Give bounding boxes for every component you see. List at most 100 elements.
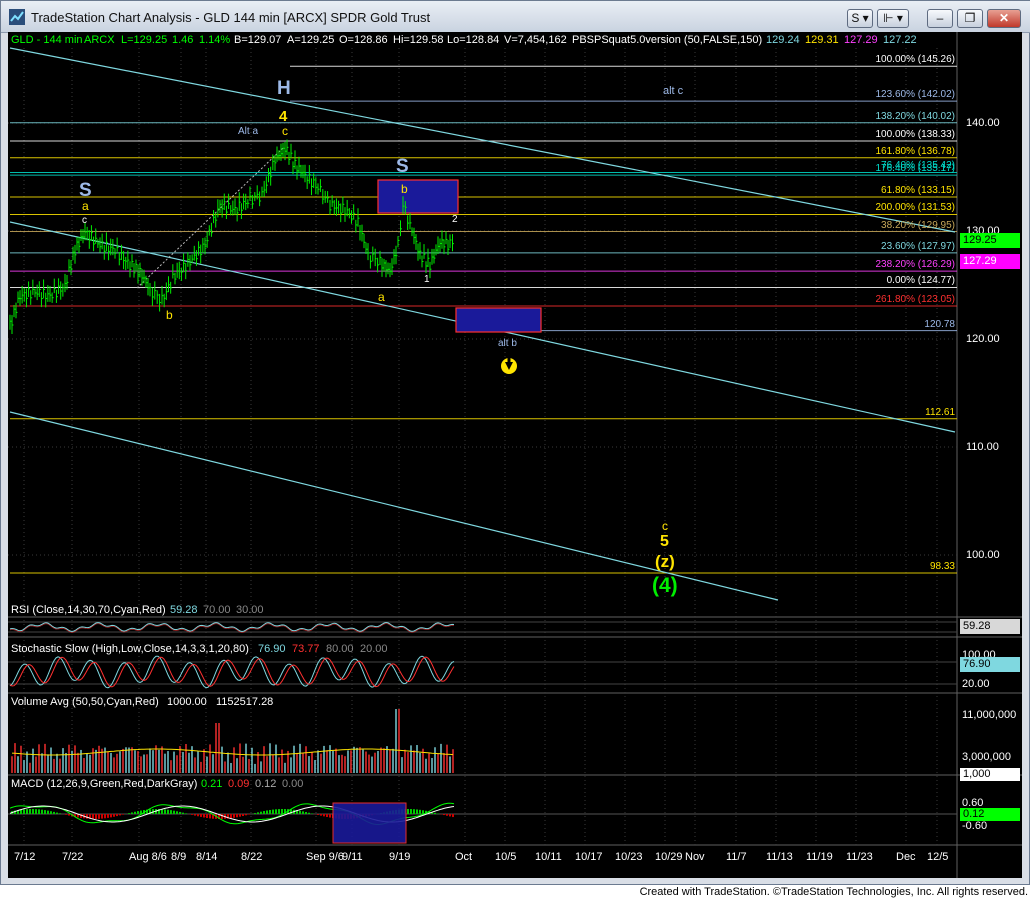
header-change: 1.46 — [172, 34, 194, 46]
header-bid: B=129.07 — [234, 34, 282, 46]
stoch-axis-20: 20.00 — [962, 678, 990, 690]
x-axis-label: 11/13 — [766, 851, 793, 863]
header-exchange: ARCX — [84, 34, 115, 46]
y-axis-label: 100.00 — [966, 549, 1000, 561]
volume-v1: 1000.00 — [167, 696, 207, 708]
header-ind-val-2: 129.31 — [805, 34, 839, 46]
macd-h: 0.12 — [255, 778, 277, 790]
x-axis-label: 10/11 — [535, 851, 562, 863]
fib-level-label: 261.80% (123.05) — [875, 294, 955, 306]
volume-tag: 1,000 — [960, 768, 1020, 781]
macd-s: 0.09 — [228, 778, 250, 790]
stoch-d: 73.77 — [292, 643, 320, 655]
annotation-c-left: c — [82, 215, 87, 226]
rsi-value: 59.28 — [170, 604, 198, 616]
fib-level-label: 120.78 — [924, 318, 955, 330]
rsi-tag: 59.28 — [960, 619, 1020, 634]
macd-axis-neg: -0.60 — [962, 820, 988, 832]
rsi-ob: 70.00 — [203, 604, 231, 616]
header-ind-val-1: 129.24 — [766, 34, 800, 46]
x-axis-label: 12/5 — [927, 851, 949, 863]
annotation-b-right: b — [401, 182, 408, 196]
annotation-alt-c: alt c — [663, 85, 684, 97]
annotation-alt-a: Alt a — [238, 126, 259, 137]
rsi-os: 30.00 — [236, 604, 264, 616]
annotation-wave-4-green: (4) — [652, 574, 678, 597]
annotation-c-top: c — [282, 124, 288, 138]
stoch-ob: 80.00 — [326, 643, 354, 655]
fib-level-label: 112.61 — [925, 406, 955, 418]
fib-level-label: 138.20% (140.02) — [875, 110, 955, 122]
y-axis-label: 140.00 — [966, 117, 1000, 129]
fib-level-label: 176.40% (135.17) — [875, 163, 955, 175]
header-open: O=128.86 — [339, 34, 388, 46]
fib-level-label: 100.00% (138.33) — [875, 129, 955, 141]
stoch-k: 76.90 — [258, 643, 286, 655]
fib-level-label: 98.33 — [929, 561, 955, 573]
y-axis-label: 110.00 — [966, 441, 999, 453]
rsi-label: RSI (Close,14,30,70,Cyan,Red) — [11, 604, 166, 616]
x-axis-label: Nov — [685, 851, 705, 863]
macd-m: 0.21 — [201, 778, 223, 790]
x-axis-label: 11/7 — [726, 851, 747, 863]
annotation-wave-4: 4 — [279, 108, 288, 125]
header-ask: A=129.25 — [287, 34, 335, 46]
fib-level-label: 61.80% (133.15) — [881, 184, 955, 196]
x-axis-label: 11/19 — [806, 851, 833, 863]
alt-b-target-box — [455, 307, 542, 333]
x-axis-label: 8/22 — [241, 851, 263, 863]
last-price-tag: 129.25 — [960, 233, 1020, 248]
header-indicator: PBSPSquat5.0version (50,FALSE,150) — [572, 34, 763, 46]
macd-tag: 0.12 — [960, 808, 1020, 821]
header-high: Hi=129.58 — [393, 34, 444, 46]
annotation-H: H — [277, 78, 291, 99]
fib-level-label: 200.00% (131.53) — [875, 202, 955, 214]
macd-highlight-box — [332, 802, 407, 844]
y-axis-label: 120.00 — [966, 333, 1000, 345]
stoch-tag: 76.90 — [960, 657, 1020, 672]
annotation-z: (z) — [655, 552, 675, 571]
x-axis-label: 8/9 — [171, 851, 187, 863]
fib-level-label: 23.60% (127.97) — [881, 240, 955, 252]
b-wave-box — [377, 179, 459, 214]
x-axis-label: 9/11 — [342, 851, 363, 863]
fib-level-label: 38.20% (129.95) — [881, 219, 955, 231]
volume-axis-3m: 3,000,000 — [962, 751, 1011, 763]
x-axis-label: 10/17 — [575, 851, 603, 863]
x-axis-label: 9/19 — [389, 851, 411, 863]
annotation-a-mid: a — [378, 290, 385, 304]
header-low: Lo=128.84 — [447, 34, 500, 46]
x-axis-label: Aug 8/6 — [129, 851, 167, 863]
x-axis-label: 8/14 — [196, 851, 218, 863]
footer-copyright: Created with TradeStation. ©TradeStation… — [0, 885, 1030, 899]
annotation-c-target: c — [662, 519, 668, 533]
volume-label: Volume Avg (50,50,Cyan,Red) — [11, 696, 159, 708]
annotation-5: 5 — [660, 533, 669, 550]
x-axis-label: Sep 9/6 — [306, 851, 344, 863]
stoch-label: Stochastic Slow (High,Low,Close,14,3,3,1… — [11, 643, 249, 655]
x-axis-label: 10/23 — [615, 851, 643, 863]
header-volume: V=7,454,162 — [504, 34, 567, 46]
x-axis-label: Dec — [896, 851, 916, 863]
annotation-a-left: a — [82, 199, 89, 213]
macd-z: 0.00 — [282, 778, 304, 790]
indicator-price-tag: 127.29 — [960, 254, 1020, 269]
header-symbol: GLD - 144 min — [11, 34, 83, 46]
fib-level-label: 100.00% (145.26) — [875, 54, 955, 66]
annotation-b-low: b — [166, 308, 173, 322]
x-axis-label: 10/29 — [655, 851, 683, 863]
header-ind-val-4: 127.22 — [883, 34, 917, 46]
volume-axis-11m: 11,000,000 — [962, 709, 1017, 721]
header-last: L=129.25 — [121, 34, 168, 46]
fib-level-label: 238.20% (126.29) — [875, 259, 955, 271]
fib-level-label: 123.60% (142.02) — [875, 89, 955, 101]
annotation-1: 1 — [424, 274, 430, 285]
stoch-os: 20.00 — [360, 643, 388, 655]
x-axis-label: 7/22 — [62, 851, 84, 863]
annotation-S-right: S — [396, 156, 409, 177]
volume-v2: 1152517.28 — [216, 696, 274, 708]
header-pct: 1.14% — [199, 34, 231, 46]
fib-level-label: 0.00% (124.77) — [886, 275, 955, 287]
x-axis-label: Oct — [455, 851, 473, 863]
x-axis-label: 11/23 — [846, 851, 873, 863]
